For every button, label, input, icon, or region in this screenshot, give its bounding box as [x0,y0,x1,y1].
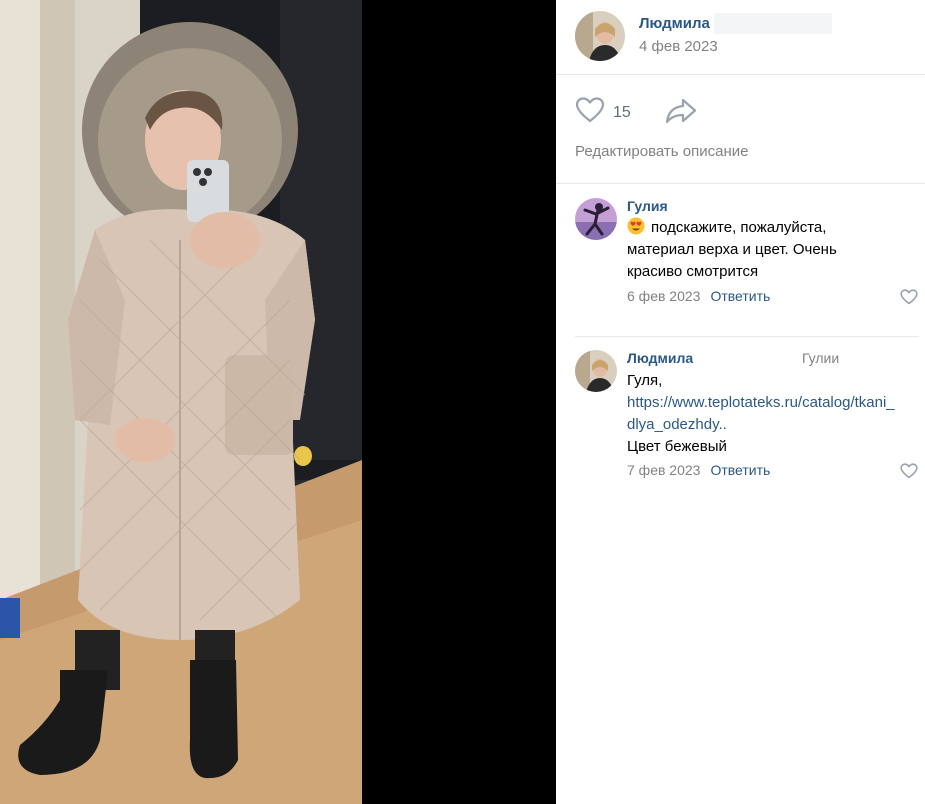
comment-date[interactable]: 7 фев 2023 [627,462,700,478]
post-date[interactable]: 4 фев 2023 [639,38,718,55]
comment-text: подскажите, пожалуйста, материал верха и… [627,217,867,283]
comment-link[interactable]: https://www.teplotateks.ru/catalog/tkani… [627,392,895,436]
reply-to-name[interactable]: Гулии [802,350,839,366]
post-side-panel: Людмила 4 фев 2023 15 Редактировать опис… [556,0,925,804]
comment-author[interactable]: Людмила [627,350,693,366]
heart-icon [575,97,605,128]
like-button[interactable]: 15 [575,97,631,128]
comment-date[interactable]: 6 фев 2023 [627,288,700,304]
header-divider [556,183,925,184]
post-photo[interactable] [0,0,362,804]
comment-text: Гуля, https://www.teplotateks.ru/catalog… [627,370,895,458]
comment-divider [575,336,919,337]
commenter-avatar[interactable] [575,198,617,240]
comment-meta: 6 фев 2023 Ответить [627,288,770,304]
comment-text-body: подскажите, пожалуйста, материал верха и… [627,219,837,280]
heart-eyes-emoji-icon [627,217,645,235]
heart-outline-icon[interactable] [900,289,918,310]
redacted-surname [714,13,832,34]
comment-line: Гуля, [627,372,663,389]
comment-meta: 7 фев 2023 Ответить [627,462,770,478]
share-arrow-icon [665,98,697,128]
commenter-avatar[interactable] [575,350,617,392]
comment-line: Цвет бежевый [627,438,727,455]
reply-button[interactable]: Ответить [710,288,770,304]
heart-outline-icon[interactable] [900,463,918,484]
reply-button[interactable]: Ответить [710,462,770,478]
post-author-name[interactable]: Людмила [639,15,710,32]
post-header: Людмила 4 фев 2023 [556,0,925,75]
comment-author[interactable]: Гулия [627,198,668,214]
like-count: 15 [613,103,631,121]
photo-viewer-background [0,0,556,804]
edit-description-link[interactable]: Редактировать описание [575,143,748,160]
share-button[interactable] [665,98,697,129]
author-avatar[interactable] [575,11,625,61]
